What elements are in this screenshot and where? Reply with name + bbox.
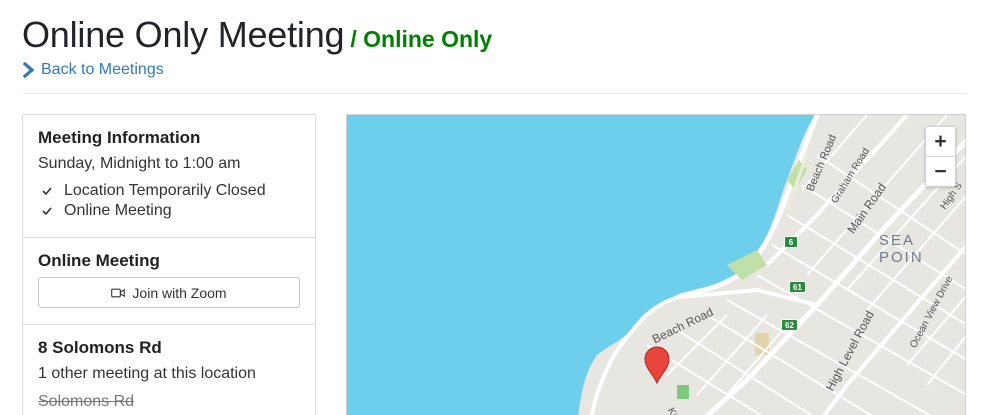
back-to-meetings-link[interactable]: Back to Meetings — [23, 61, 164, 79]
online-meeting-heading: Online Meeting — [38, 251, 160, 270]
join-with-zoom-button[interactable]: Join with Zoom — [38, 277, 300, 308]
join-with-zoom-label: Join with Zoom — [132, 284, 227, 301]
meeting-type-label: Online Meeting — [64, 202, 172, 219]
chevron-right-icon — [23, 62, 35, 78]
location-map[interactable]: Beach Road Graham Road Main Road High S … — [346, 114, 966, 415]
meeting-info-panel: Meeting Information Sunday, Midnight to … — [22, 114, 316, 415]
route-shield: 6 — [784, 236, 798, 248]
meeting-type-item: Location Temporarily Closed — [38, 181, 300, 201]
meeting-type-label: Location Temporarily Closed — [64, 182, 266, 199]
route-shield: 62 — [781, 319, 798, 331]
other-meetings-link[interactable]: 1 other meeting at this location — [38, 364, 300, 384]
check-icon — [42, 207, 52, 216]
map-pin-icon[interactable] — [644, 346, 670, 384]
check-icon — [42, 187, 52, 196]
video-camera-icon — [111, 288, 126, 297]
main-road — [822, 244, 965, 415]
meeting-time: Sunday, Midnight to 1:00 am — [38, 155, 241, 172]
route-shield: 61 — [789, 281, 806, 293]
online-meeting-section: Online Meeting Join with Zoom — [23, 238, 315, 325]
meeting-type-item: Online Meeting — [38, 201, 300, 221]
park-area — [677, 385, 689, 399]
location-section: 8 Solomons Rd 1 other meeting at this lo… — [23, 325, 315, 412]
online-only-badge: / Online Only — [350, 26, 493, 52]
meeting-information-heading: Meeting Information — [38, 128, 201, 147]
location-heading: 8 Solomons Rd — [38, 338, 162, 357]
zoom-in-button[interactable]: + — [926, 127, 955, 156]
back-link-label: Back to Meetings — [41, 61, 164, 78]
map-zoom-control: + − — [925, 126, 956, 187]
meeting-information-section: Meeting Information Sunday, Midnight to … — [23, 115, 315, 238]
zoom-out-button[interactable]: − — [926, 157, 955, 186]
suburb-label: SEA POIN — [879, 232, 924, 266]
header-divider — [22, 93, 967, 94]
page-title: Online Only Meeting / Online Only — [22, 14, 492, 56]
location-address-struck: Solomons Rd — [38, 393, 135, 410]
meeting-title: Online Only Meeting — [22, 14, 345, 55]
meeting-types-list: Location Temporarily Closed Online Meeti… — [38, 181, 300, 221]
